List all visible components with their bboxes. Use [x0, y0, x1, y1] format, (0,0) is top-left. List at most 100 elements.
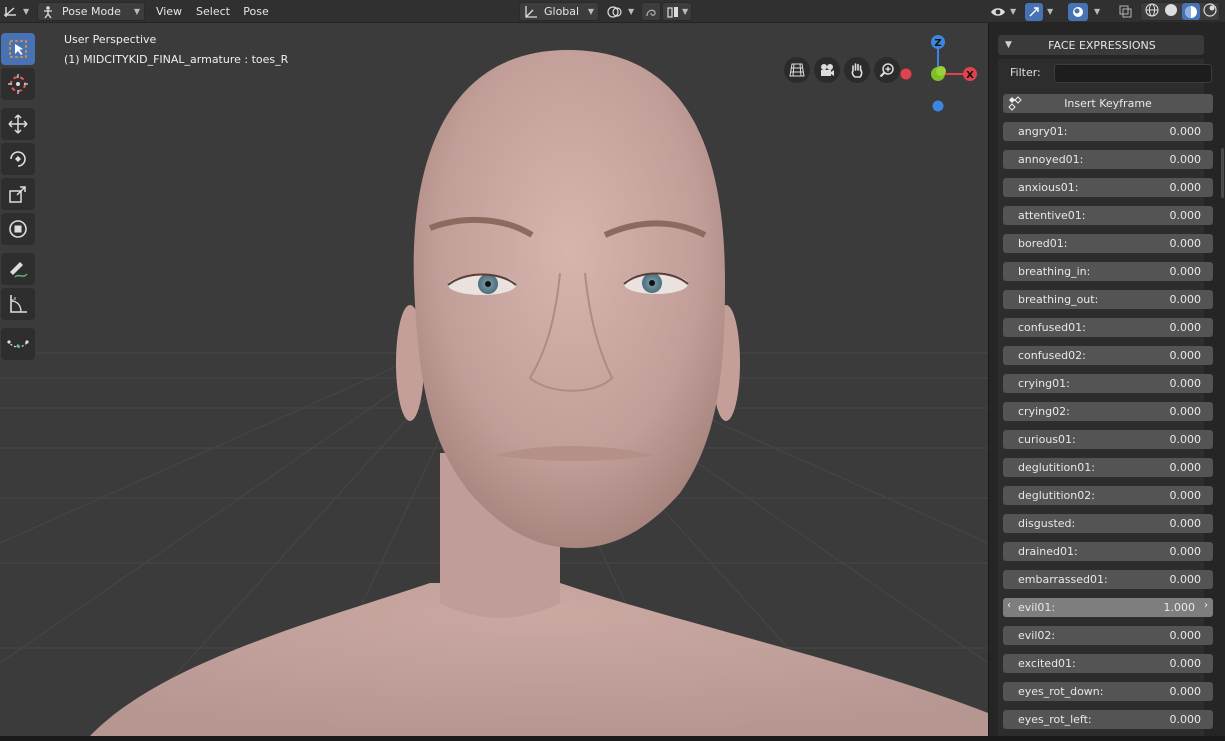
- shape-key-value: 0.000: [1169, 461, 1202, 474]
- transform-icon: [9, 220, 27, 238]
- chevron-down-icon: ▼: [587, 7, 594, 16]
- increment-arrow-icon[interactable]: ›: [1204, 600, 1208, 611]
- insert-keyframe-button[interactable]: Insert Keyframe: [1003, 94, 1213, 113]
- chevron-down-icon: ▼: [682, 7, 689, 16]
- insert-keyframe-label: Insert Keyframe: [1064, 97, 1152, 110]
- chevron-down-icon: ▼: [1010, 7, 1017, 16]
- pose-breakdowner-tool[interactable]: [1, 328, 35, 360]
- rotate-icon: [10, 151, 26, 167]
- xray-toggle[interactable]: [1116, 2, 1134, 21]
- 3d-viewport[interactable]: User Perspective (1) MIDCITYKID_FINAL_ar…: [0, 23, 988, 736]
- wireframe-shading-icon[interactable]: [1145, 3, 1159, 20]
- shape-key-slider[interactable]: curious01: 0.000: [1003, 430, 1213, 449]
- rendered-shading-icon[interactable]: [1203, 3, 1217, 20]
- visibility-dropdown[interactable]: ▼: [990, 2, 1020, 21]
- select-box-icon: [9, 40, 27, 58]
- shape-key-name: crying02:: [1018, 405, 1070, 418]
- chevron-down-icon: ▼: [23, 7, 30, 16]
- rotate-tool[interactable]: [1, 143, 35, 175]
- shape-key-name: angry01:: [1018, 125, 1068, 138]
- menu-pose[interactable]: Pose: [239, 2, 273, 21]
- transform-orientation-dropdown[interactable]: Global ▼: [519, 2, 599, 21]
- hand-icon: [851, 63, 863, 78]
- shape-key-slider[interactable]: drained01: 0.000: [1003, 542, 1213, 561]
- camera-view-button[interactable]: [814, 57, 840, 83]
- shape-key-name: drained01:: [1018, 545, 1078, 558]
- shape-key-slider[interactable]: attentive01: 0.000: [1003, 206, 1213, 225]
- mode-dropdown[interactable]: Pose Mode ▼: [37, 2, 145, 21]
- menu-view-label: View: [155, 5, 183, 18]
- shape-key-name: deglutition02:: [1018, 489, 1095, 502]
- pivot-point-dropdown[interactable]: ▼: [606, 2, 636, 21]
- shape-key-name: evil02:: [1018, 629, 1056, 642]
- keyframe-icon: [1008, 96, 1022, 111]
- shape-key-value: 0.000: [1169, 713, 1202, 726]
- shape-key-slider[interactable]: breathing_in: 0.000: [1003, 262, 1213, 281]
- cursor-tool[interactable]: [1, 68, 35, 100]
- axis-editor-icon: [4, 6, 16, 17]
- shape-key-slider[interactable]: confused02: 0.000: [1003, 346, 1213, 365]
- measure-icon: [10, 295, 27, 313]
- auto-ik-toggle[interactable]: [641, 2, 661, 21]
- shape-key-slider[interactable]: anxious01: 0.000: [1003, 178, 1213, 197]
- gizmo-icon: [1025, 2, 1043, 21]
- shape-key-slider[interactable]: excited01: 0.000: [1003, 654, 1213, 673]
- scrollbar[interactable]: [1221, 148, 1224, 198]
- shape-key-slider[interactable]: disgusted: 0.000: [1003, 514, 1213, 533]
- scale-tool[interactable]: [1, 178, 35, 210]
- snap-dropdown[interactable]: ▼: [662, 2, 692, 21]
- shape-key-name: embarrassed01:: [1018, 573, 1108, 586]
- shape-key-slider[interactable]: deglutition01: 0.000: [1003, 458, 1213, 477]
- toggle-perspective-button[interactable]: [784, 57, 810, 83]
- shape-key-slider[interactable]: crying01: 0.000: [1003, 374, 1213, 393]
- shape-key-slider[interactable]: crying02: 0.000: [1003, 402, 1213, 421]
- shape-key-value: 0.000: [1169, 517, 1202, 530]
- menu-select[interactable]: Select: [192, 2, 234, 21]
- pose-mode-icon: [44, 5, 52, 18]
- annotate-tool[interactable]: [1, 253, 35, 285]
- editor-type-dropdown[interactable]: ▼: [3, 2, 31, 21]
- filter-label: Filter:: [1010, 66, 1041, 79]
- shape-key-slider[interactable]: eyes_rot_left: 0.000: [1003, 710, 1213, 729]
- shape-key-slider[interactable]: embarrassed01: 0.000: [1003, 570, 1213, 589]
- shape-key-name: anxious01:: [1018, 181, 1079, 194]
- face-expressions-panel-header[interactable]: ▼ FACE EXPRESSIONS: [998, 35, 1204, 55]
- overlays-dropdown[interactable]: ▼: [1068, 2, 1108, 21]
- filter-input[interactable]: [1054, 64, 1212, 83]
- grid-icon: [789, 63, 805, 77]
- mode-label: Pose Mode: [62, 5, 121, 18]
- shape-key-slider[interactable]: eyes_rot_down: 0.000: [1003, 682, 1213, 701]
- sidebar-panel: ▼ FACE EXPRESSIONS Filter: Insert Keyfra…: [988, 23, 1225, 739]
- shape-key-value: 0.000: [1169, 377, 1202, 390]
- shape-key-slider[interactable]: deglutition02: 0.000: [1003, 486, 1213, 505]
- shape-key-slider[interactable]: annoyed01: 0.000: [1003, 150, 1213, 169]
- orientation-label: Global: [544, 5, 580, 18]
- shape-key-slider[interactable]: bored01: 0.000: [1003, 234, 1213, 253]
- shape-key-value: 0.000: [1169, 545, 1202, 558]
- perspective-label: User Perspective: [64, 33, 157, 46]
- move-tool[interactable]: [1, 108, 35, 140]
- shape-key-name: attentive01:: [1018, 209, 1086, 222]
- shape-key-value: 0.000: [1169, 125, 1202, 138]
- menu-view[interactable]: View: [152, 2, 186, 21]
- shape-key-slider[interactable]: breathing_out: 0.000: [1003, 290, 1213, 309]
- overlays-icon: [1068, 2, 1088, 21]
- measure-tool[interactable]: [1, 288, 35, 320]
- eye-icon: [991, 7, 1005, 16]
- decrement-arrow-icon[interactable]: ‹: [1007, 600, 1011, 611]
- shape-key-slider[interactable]: angry01: 0.000: [1003, 122, 1213, 141]
- transform-tool[interactable]: [1, 213, 35, 245]
- shape-key-slider[interactable]: confused01: 0.000: [1003, 318, 1213, 337]
- pan-view-button[interactable]: [844, 57, 870, 83]
- shape-key-slider[interactable]: evil02: 0.000: [1003, 626, 1213, 645]
- move-icon: [8, 114, 28, 134]
- shape-key-name: eyes_rot_left:: [1018, 713, 1092, 726]
- gizmo-dropdown[interactable]: ▼: [1025, 2, 1059, 21]
- xray-icon: [1118, 5, 1132, 18]
- solid-shading-icon[interactable]: [1164, 3, 1178, 20]
- select-box-tool[interactable]: [1, 33, 35, 65]
- status-strip: [0, 736, 1225, 741]
- shape-key-slider[interactable]: ‹ › evil01: 1.000: [1003, 598, 1213, 617]
- navigation-gizmo[interactable]: Z X: [895, 28, 985, 118]
- material-shading-icon[interactable]: [1182, 3, 1200, 20]
